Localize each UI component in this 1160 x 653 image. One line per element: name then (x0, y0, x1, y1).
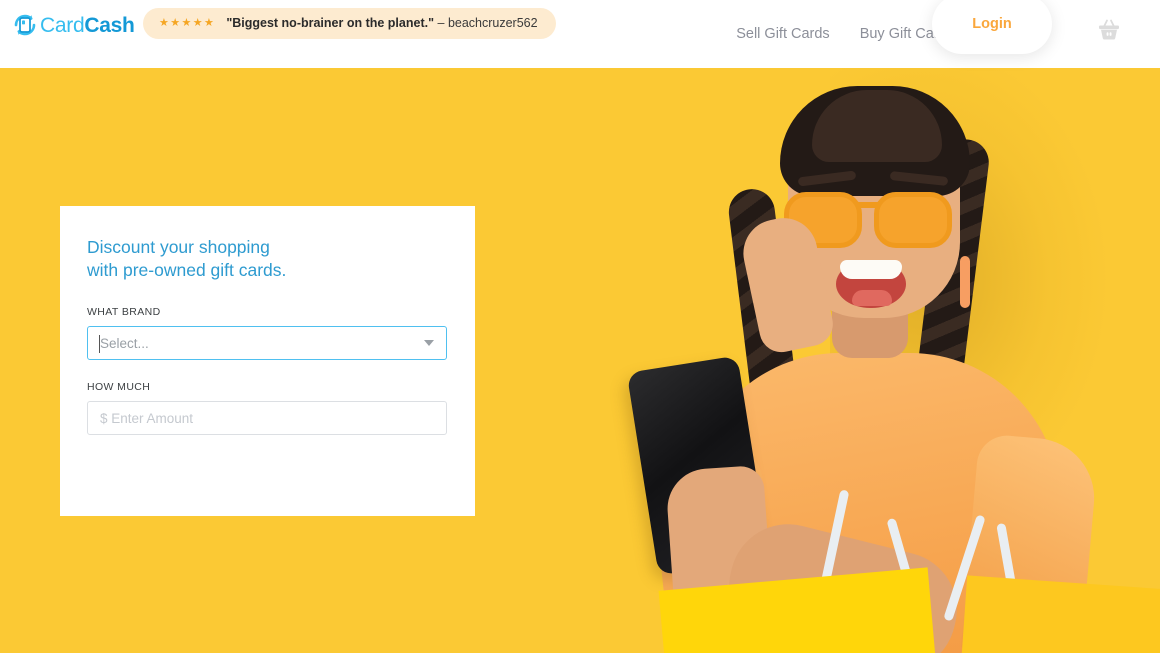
five-stars-icon: ★★★★★ (159, 17, 216, 29)
logo-word-card: Card (40, 13, 85, 37)
review-quote: "Biggest no-brainer on the planet." (226, 16, 435, 31)
tongue (852, 290, 892, 306)
review-author: beachcruzer562 (447, 16, 538, 31)
cardcash-landing-page: CardCash ★★★★★ "Biggest no-brainer on th… (0, 0, 1160, 653)
review-badge-text: "Biggest no-brainer on the planet." – be… (226, 17, 537, 30)
field-spacer (87, 360, 447, 381)
login-button[interactable]: Login (932, 0, 1052, 54)
search-card-heading-line2: with pre-owned gift cards. (87, 260, 287, 280)
how-much-label: HOW MUCH (87, 381, 151, 393)
search-card-heading-line1: Discount your shopping (87, 237, 270, 257)
teeth (840, 260, 902, 279)
brand-select-placeholder: Select... (100, 335, 149, 351)
login-button-label: Login (972, 16, 1012, 32)
chevron-down-icon[interactable] (424, 340, 434, 346)
amount-input[interactable]: $ Enter Amount (87, 401, 447, 435)
site-logo-text: CardCash (40, 13, 135, 37)
earring (960, 256, 970, 308)
text-caret (99, 335, 100, 353)
shopping-bag-right (961, 575, 1160, 653)
site-header: CardCash ★★★★★ "Biggest no-brainer on th… (0, 0, 1160, 68)
review-badge: ★★★★★ "Biggest no-brainer on the planet.… (143, 8, 556, 39)
gift-card-search-card: Discount your shopping with pre-owned gi… (60, 206, 475, 516)
amount-input-placeholder: $ Enter Amount (100, 410, 194, 426)
logo-word-cash: Cash (84, 13, 135, 37)
nav-link-sell-gift-cards[interactable]: Sell Gift Cards (736, 26, 829, 42)
brand-select[interactable]: Select... (87, 326, 447, 360)
shopping-basket-icon[interactable] (1094, 15, 1124, 45)
site-logo[interactable]: CardCash (12, 12, 135, 38)
cardcash-refresh-card-logo-icon (12, 12, 38, 38)
what-brand-label: WHAT BRAND (87, 306, 161, 318)
lens-right (874, 192, 952, 248)
hero-photo-woman-with-phone (600, 68, 1160, 653)
review-dash: – (437, 16, 445, 31)
glasses-bridge (856, 202, 880, 208)
search-card-heading: Discount your shopping with pre-owned gi… (87, 236, 447, 282)
